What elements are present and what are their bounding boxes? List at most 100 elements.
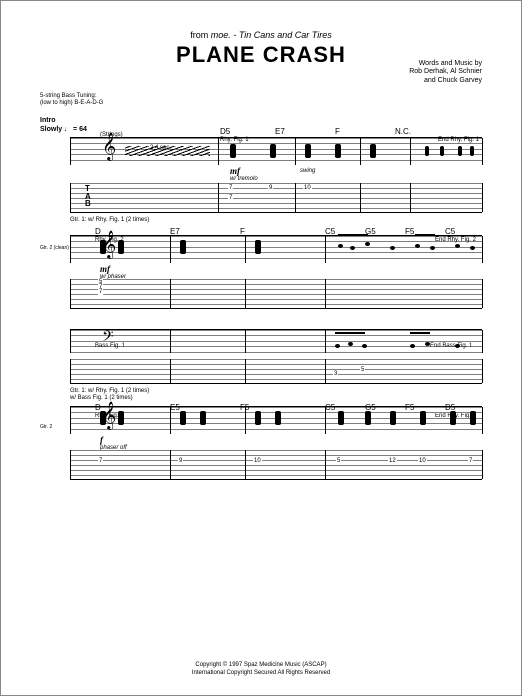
note bbox=[255, 411, 261, 425]
credits-line3: and Chuck Garvey bbox=[409, 77, 482, 85]
credits-block: Words and Music by Rob Derhak, Al Schnie… bbox=[409, 60, 482, 85]
chord-nc: N.C. bbox=[395, 127, 411, 136]
treble-clef: 𝄞 bbox=[102, 134, 116, 161]
barline bbox=[170, 279, 171, 308]
dynamic-f: f bbox=[100, 435, 103, 445]
dynamic-mf: mf bbox=[230, 166, 240, 176]
beam bbox=[410, 332, 430, 334]
barline bbox=[245, 330, 246, 353]
note bbox=[455, 244, 460, 248]
barline bbox=[325, 359, 326, 383]
bass-clef: 𝄢 bbox=[102, 328, 114, 349]
credits-line2: Rob Derhak, Al Schnier bbox=[409, 68, 482, 76]
note bbox=[270, 144, 276, 158]
staff-2: 𝄞 mf w/ phaser bbox=[70, 235, 482, 263]
gtr1-note: Gtr. 1: w/ Rhy. Fig. 1 (2 times) bbox=[70, 217, 149, 223]
tab-staff-2: 5 7 7 bbox=[70, 279, 482, 309]
note bbox=[118, 240, 124, 254]
barline bbox=[325, 450, 326, 479]
note bbox=[338, 244, 343, 248]
note bbox=[180, 411, 186, 425]
gtr2-label-3: Gtr. 2 bbox=[40, 424, 52, 430]
beam bbox=[335, 332, 365, 334]
barline bbox=[170, 407, 171, 434]
tab-staff-3: 7 9 10 5 12 10 7 bbox=[70, 450, 482, 480]
tab-num: 7 bbox=[228, 195, 233, 201]
chord-f: F bbox=[335, 127, 340, 136]
copyright-line1: Copyright © 1997 Spaz Medicine Music (AS… bbox=[0, 662, 522, 670]
beam bbox=[338, 234, 368, 236]
tab-num: 10 bbox=[253, 458, 262, 464]
note bbox=[275, 411, 281, 425]
tab-num: 9 bbox=[178, 458, 183, 464]
dynamic-mf: mf bbox=[100, 264, 110, 274]
note bbox=[425, 342, 430, 346]
note bbox=[470, 146, 474, 156]
barline bbox=[325, 279, 326, 308]
tab-num: 5 bbox=[336, 458, 341, 464]
note bbox=[305, 144, 311, 158]
bass-note-3: w/ Bass Fig. 1 (2 times) bbox=[70, 395, 133, 401]
note bbox=[350, 246, 355, 250]
note bbox=[390, 246, 395, 250]
staff-3: 𝄞 f phaser off bbox=[70, 406, 482, 434]
barline bbox=[295, 183, 296, 212]
tab-num: 10 bbox=[303, 185, 312, 191]
note bbox=[335, 344, 340, 348]
barline bbox=[245, 236, 246, 263]
note bbox=[230, 144, 236, 158]
system-2: Gtr. 1: w/ Rhy. Fig. 1 (2 times) D E7 F … bbox=[40, 235, 482, 384]
note bbox=[370, 144, 376, 158]
bass-tab-2: 3 5 bbox=[70, 359, 482, 384]
barline bbox=[245, 279, 246, 308]
note bbox=[410, 344, 415, 348]
note bbox=[430, 246, 435, 250]
barline bbox=[360, 138, 361, 165]
tab-num: 10 bbox=[418, 458, 427, 464]
barline bbox=[360, 183, 361, 212]
note bbox=[100, 240, 106, 254]
sheet-page: from moe. - Tin Cans and Car Tires PLANE… bbox=[0, 0, 522, 696]
tuning-line2: (low to high) B-E-A-D-G bbox=[40, 100, 482, 107]
bass-staff-2: 𝄢 bbox=[70, 329, 482, 353]
note bbox=[338, 411, 344, 425]
note bbox=[440, 146, 444, 156]
tab-label: TAB bbox=[85, 185, 91, 207]
barline bbox=[245, 407, 246, 434]
system-1: D5 E7 F N.C. Rhy. Fig. 1 End Rhy. Fig. 1… bbox=[40, 137, 482, 213]
barline bbox=[170, 236, 171, 263]
system-3: Gtr. 1: w/ Rhy. Fig. 1 (2 times) w/ Bass… bbox=[40, 406, 482, 480]
barline bbox=[245, 450, 246, 479]
tab-num: 9 bbox=[268, 185, 273, 191]
swing-label: swing bbox=[300, 168, 315, 174]
album-name: Tin Cans and Car Tires bbox=[239, 30, 332, 40]
note bbox=[100, 411, 106, 425]
tab-num: 3 bbox=[333, 371, 338, 377]
tab-num: 7 bbox=[98, 289, 103, 295]
gtr2-label: Gtr. 2 (clean) bbox=[40, 245, 69, 251]
barline bbox=[295, 138, 296, 165]
artist-name: moe. bbox=[211, 30, 231, 40]
bar-count: 2 4 sec. bbox=[150, 145, 171, 151]
credits-line1: Words and Music by bbox=[409, 60, 482, 68]
note bbox=[200, 411, 206, 425]
barline bbox=[218, 138, 219, 165]
note bbox=[455, 344, 460, 348]
chord-e7: E7 bbox=[275, 127, 285, 136]
barline bbox=[245, 359, 246, 383]
copyright: Copyright © 1997 Spaz Medicine Music (AS… bbox=[0, 662, 522, 678]
note bbox=[420, 411, 426, 425]
note bbox=[450, 411, 456, 425]
note bbox=[365, 242, 370, 246]
note bbox=[425, 146, 429, 156]
barline bbox=[325, 330, 326, 353]
beam bbox=[415, 234, 435, 236]
note bbox=[365, 411, 371, 425]
barline bbox=[170, 330, 171, 353]
note bbox=[458, 146, 462, 156]
note bbox=[390, 411, 396, 425]
staff-1: 𝄞 (Strings) 2 4 sec. mf swing w/ tremolo bbox=[70, 137, 482, 165]
tuning-note: 5-string Bass Tuning: (low to high) B-E-… bbox=[40, 93, 482, 107]
note bbox=[335, 144, 341, 158]
tab-num: 7 bbox=[468, 458, 473, 464]
